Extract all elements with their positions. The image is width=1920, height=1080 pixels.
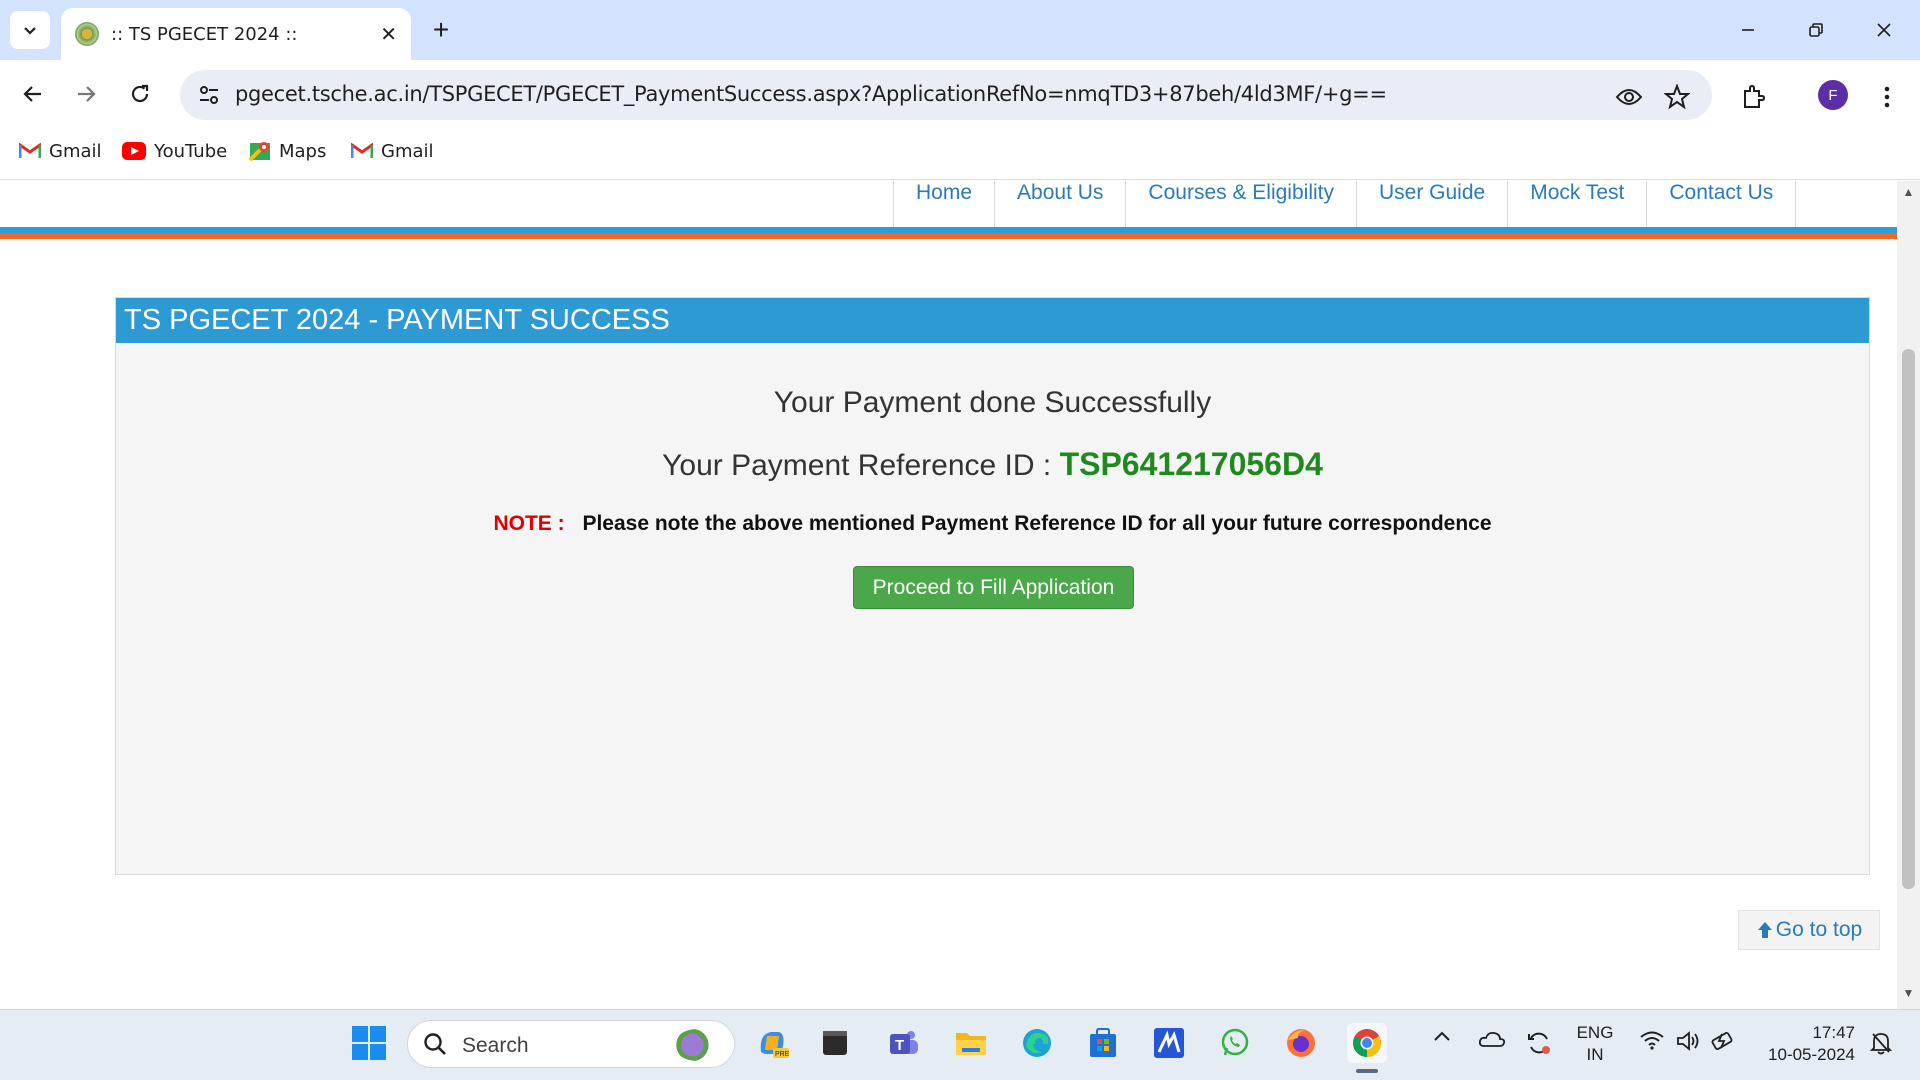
reload-icon bbox=[131, 84, 149, 103]
site-favicon-icon bbox=[75, 22, 99, 46]
reference-label: Your Payment Reference ID : bbox=[662, 449, 1060, 482]
note-label: NOTE : bbox=[493, 512, 565, 535]
sync-icon[interactable] bbox=[1524, 1030, 1554, 1056]
header-divider-orange bbox=[0, 233, 1897, 239]
language-indicator[interactable]: ENG IN bbox=[1575, 1022, 1615, 1066]
onedrive-cloud-icon[interactable] bbox=[1477, 1030, 1507, 1048]
scrollbar-thumb[interactable] bbox=[1902, 349, 1915, 889]
page-scrollbar[interactable]: ▲ ▼ bbox=[1897, 181, 1920, 1009]
payment-success-panel: TS PGECET 2024 - PAYMENT SUCCESS Your Pa… bbox=[115, 297, 1870, 875]
bookmark-maps[interactable]: Maps bbox=[249, 137, 326, 165]
volume-icon[interactable] bbox=[1673, 1030, 1703, 1052]
eye-icon[interactable] bbox=[1614, 82, 1644, 112]
nav-courses-eligibility[interactable]: Courses & Eligibility bbox=[1125, 181, 1356, 227]
bookmark-label: Maps bbox=[279, 140, 327, 162]
maps-icon bbox=[249, 142, 270, 162]
nav-home[interactable]: Home bbox=[893, 181, 994, 227]
gmail-icon bbox=[351, 143, 373, 158]
payment-reference-id: TSP641217056D4 bbox=[1059, 446, 1323, 482]
back-button[interactable] bbox=[15, 76, 51, 112]
nav-contact-us[interactable]: Contact Us bbox=[1646, 181, 1797, 227]
page-viewport: Home About Us Courses & Eligibility User… bbox=[0, 181, 1897, 1009]
battery-charging-icon[interactable] bbox=[1709, 1030, 1739, 1052]
tab-title: :: TS PGECET 2024 :: bbox=[111, 23, 298, 45]
address-bar[interactable]: pgecet.tsche.ac.in/TSPGECET/PGECET_Payme… bbox=[180, 70, 1712, 120]
region-code: IN bbox=[1586, 1045, 1604, 1064]
arrow-right-icon bbox=[78, 86, 96, 102]
start-button[interactable] bbox=[349, 1023, 389, 1063]
minimize-icon bbox=[1742, 29, 1754, 31]
success-message: Your Payment done Successfully bbox=[773, 386, 1212, 419]
restore-icon bbox=[1809, 23, 1823, 37]
tab-close-icon[interactable]: ✕ bbox=[380, 22, 397, 47]
nav-about-us[interactable]: About Us bbox=[994, 181, 1125, 227]
tab-search-button[interactable] bbox=[10, 11, 50, 49]
arrow-left-icon bbox=[23, 86, 41, 102]
url-text[interactable]: pgecet.tsche.ac.in/TSPGECET/PGECET_Payme… bbox=[235, 82, 1387, 106]
bookmark-gmail-2[interactable]: Gmail bbox=[351, 137, 434, 165]
go-to-top-button[interactable]: Go to top bbox=[1738, 910, 1880, 950]
gmail-icon bbox=[19, 143, 41, 158]
windows-logo-icon bbox=[352, 1026, 386, 1060]
microsoft-store-icon[interactable] bbox=[1083, 1023, 1123, 1063]
file-explorer-icon[interactable] bbox=[951, 1023, 991, 1063]
whatsapp-icon[interactable] bbox=[1215, 1023, 1255, 1063]
restore-button[interactable] bbox=[1788, 10, 1844, 50]
site-info-icon[interactable] bbox=[196, 82, 222, 108]
clock-date: 10-05-2024 bbox=[1768, 1045, 1855, 1064]
new-tab-button[interactable]: + bbox=[424, 12, 458, 48]
copilot-icon[interactable]: PRE bbox=[752, 1023, 792, 1063]
bookmark-label: YouTube bbox=[154, 140, 228, 162]
edge-icon[interactable] bbox=[1017, 1023, 1057, 1063]
scroll-up-arrow-icon[interactable]: ▲ bbox=[1897, 185, 1920, 203]
language-code: ENG bbox=[1576, 1023, 1614, 1042]
more-menu-icon[interactable] bbox=[1872, 82, 1902, 112]
extensions-icon[interactable] bbox=[1738, 82, 1768, 112]
nav-mock-test[interactable]: Mock Test bbox=[1507, 181, 1646, 227]
search-highlight-icon bbox=[674, 1029, 720, 1061]
close-window-button[interactable] bbox=[1856, 10, 1912, 50]
profile-avatar[interactable]: F bbox=[1818, 80, 1848, 110]
system-clock[interactable]: 17:47 10-05-2024 bbox=[1755, 1022, 1855, 1066]
clock-time: 17:47 bbox=[1812, 1023, 1855, 1042]
site-navigation: Home About Us Courses & Eligibility User… bbox=[893, 181, 1797, 227]
chevron-down-icon bbox=[24, 27, 36, 35]
search-label: Search bbox=[462, 1034, 529, 1057]
note-text: Please note the above mentioned Payment … bbox=[582, 512, 1492, 535]
chrome-icon[interactable] bbox=[1347, 1023, 1387, 1063]
wifi-icon[interactable] bbox=[1637, 1030, 1667, 1050]
reference-line: Your Payment Reference ID : TSP641217056… bbox=[116, 446, 1869, 483]
go-to-top-label: Go to top bbox=[1775, 918, 1863, 941]
tab-strip: :: TS PGECET 2024 :: ✕ + bbox=[0, 0, 1920, 60]
search-icon bbox=[424, 1033, 446, 1055]
nav-user-guide[interactable]: User Guide bbox=[1356, 181, 1507, 227]
minimize-button[interactable] bbox=[1720, 10, 1776, 50]
notifications-bell-icon[interactable] bbox=[1866, 1030, 1896, 1056]
terminal-icon[interactable] bbox=[815, 1023, 855, 1063]
forward-button[interactable] bbox=[68, 76, 104, 112]
bookmark-label: Gmail bbox=[49, 140, 102, 162]
proceed-to-fill-application-button[interactable]: Proceed to Fill Application bbox=[853, 566, 1134, 609]
scroll-down-arrow-icon[interactable]: ▼ bbox=[1897, 986, 1920, 1004]
svg-text:PRE: PRE bbox=[775, 1051, 789, 1058]
bookmark-label: Gmail bbox=[381, 140, 434, 162]
youtube-icon bbox=[122, 142, 146, 160]
bookmark-gmail[interactable]: Gmail bbox=[19, 137, 102, 165]
browser-tab[interactable]: :: TS PGECET 2024 :: ✕ bbox=[61, 8, 411, 60]
active-app-indicator bbox=[1356, 1069, 1378, 1073]
panel-title: TS PGECET 2024 - PAYMENT SUCCESS bbox=[116, 298, 1869, 343]
app-icon[interactable] bbox=[1149, 1023, 1189, 1063]
bookmark-star-icon[interactable] bbox=[1662, 82, 1692, 112]
firefox-icon[interactable] bbox=[1281, 1023, 1321, 1063]
bookmark-youtube[interactable]: YouTube bbox=[122, 137, 227, 165]
note-line: NOTE : Please note the above mentioned P… bbox=[116, 512, 1869, 536]
reload-button[interactable] bbox=[122, 76, 158, 112]
teams-icon[interactable]: T bbox=[884, 1023, 924, 1063]
arrow-up-icon bbox=[1757, 922, 1772, 938]
svg-text:T: T bbox=[895, 1037, 904, 1054]
show-hidden-icons-chevron-icon[interactable] bbox=[1430, 1030, 1454, 1042]
close-icon bbox=[1877, 23, 1891, 37]
taskbar-search[interactable]: Search bbox=[407, 1020, 735, 1068]
